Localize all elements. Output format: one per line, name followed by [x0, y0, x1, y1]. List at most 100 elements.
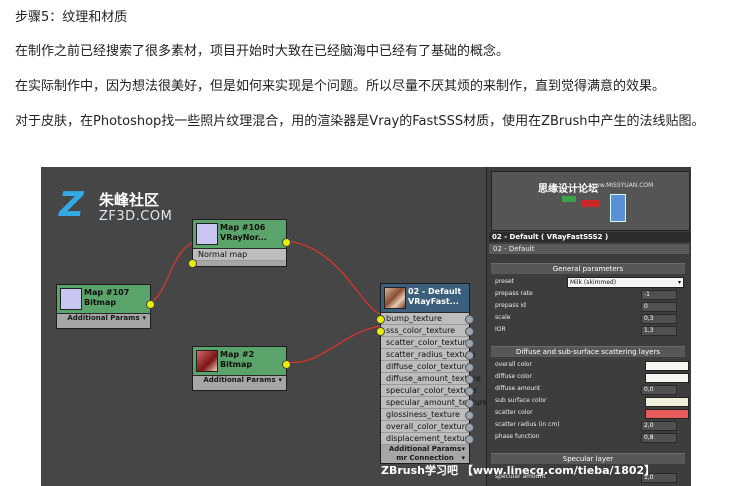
scatter-radius-spinner[interactable]: 2,0 [641, 421, 677, 431]
slot-socket[interactable] [465, 375, 474, 384]
node-name: Map #2 [220, 350, 255, 359]
param-label: IOR [495, 326, 506, 333]
node-footer [193, 261, 286, 266]
overall-color-param: overall color [495, 360, 689, 371]
phase-function-spinner[interactable]: 0,8 [641, 433, 677, 443]
output-socket[interactable] [282, 238, 291, 247]
navigator-viewport-frame[interactable] [610, 194, 626, 222]
node-title: Map #106 VRayNor... [220, 223, 267, 243]
node-name: Map #106 [220, 223, 266, 232]
sub-surface-color-swatch[interactable] [645, 397, 689, 407]
node-map-2[interactable]: Map #2 Bitmap Additional Params ▾ [192, 346, 291, 391]
material-slot[interactable]: specular_amount_texture [381, 397, 488, 409]
scale-spinner[interactable]: 0,3 [641, 314, 677, 324]
diffuse-sss-rollout[interactable]: Diffuse and sub-surface scattering layer… [491, 346, 685, 357]
scatter-color-param: scatter color [495, 408, 689, 419]
slot-socket[interactable] [465, 399, 474, 408]
material-editor-screenshot: Z 朱峰社区 ZF3D.COM Map #106 VRayNor... Norm… [41, 167, 691, 486]
material-slot[interactable]: diffuse_color_texture [381, 361, 474, 373]
param-label: overall color [495, 361, 533, 368]
paragraph-2: 在实际制作中，因为想法很美好，但是如何来实现是个问题。所以尽量不厌其烦的来制作，… [15, 79, 666, 94]
diffuse-amount-param: diffuse amount 0,0 [495, 384, 680, 395]
general-parameters-rollout[interactable]: General parameters [491, 263, 685, 274]
slot-label: specular_color_texture [386, 386, 477, 395]
additional-params-rollout[interactable]: Additional Params ▾ [57, 314, 150, 323]
node-header: Map #107 Bitmap [57, 285, 150, 314]
param-label: scale [495, 314, 511, 321]
slot-socket[interactable] [465, 435, 474, 444]
slot-socket[interactable] [465, 387, 474, 396]
material-slot[interactable]: scatter_radius_texture [381, 349, 476, 361]
material-preview-thumbnail [384, 287, 406, 309]
additional-params-rollout[interactable]: Additional Params ▾ [193, 376, 286, 385]
node-map-106[interactable]: Map #106 VRayNor... Normal map [188, 219, 291, 268]
material-slot-list: bump_texture sss_color_texture scatter_col… [376, 313, 488, 445]
slot-label: scatter_color_texture [386, 338, 471, 347]
node-map-107[interactable]: Map #107 Bitmap Additional Params ▾ [56, 284, 155, 329]
slot-socket[interactable] [465, 411, 474, 420]
diffuse-amount-spinner[interactable]: 0,0 [641, 385, 677, 395]
preset-dropdown[interactable]: Milk (skimmed) ▾ [567, 277, 684, 288]
slot-label: displacement_texture [386, 434, 473, 443]
input-socket[interactable] [188, 259, 197, 268]
slot-socket[interactable] [465, 351, 474, 360]
slot-socket[interactable] [465, 363, 474, 372]
scatter-color-swatch[interactable] [645, 409, 689, 419]
node-type: VRayFast... [408, 297, 459, 306]
zbrush-watermark: ZBrush学习吧 【www.linecg.com/tieba/1802】 [381, 464, 656, 477]
prepass-rate-param: prepass rate -1 [495, 289, 680, 300]
rollout-label: mr Connection [396, 454, 454, 462]
additional-params-rollout[interactable]: Additional Params ▾ [381, 445, 469, 454]
node-name: Map #107 [84, 288, 130, 297]
navigator-preview[interactable]: 思缘设计论坛 www.MISSYUAN.COM [491, 171, 690, 231]
navigator-watermark-text: 思缘设计论坛 [538, 184, 598, 195]
material-slot[interactable]: scatter_color_texture [381, 337, 474, 349]
slot-label: glossiness_texture [386, 410, 460, 419]
map-thumbnail [196, 223, 218, 245]
param-label: diffuse amount [495, 385, 541, 392]
phase-function-param: phase function 0,8 [495, 432, 680, 443]
ior-spinner[interactable]: 1,3 [641, 326, 677, 336]
navigator-node-thumb [582, 200, 600, 207]
material-slot[interactable]: bump_texture [376, 313, 474, 325]
material-slot[interactable]: glossiness_texture [381, 409, 474, 421]
material-slot[interactable]: displacement_texture [381, 433, 474, 445]
output-socket[interactable] [282, 360, 291, 369]
navigator-node-thumb [562, 196, 576, 202]
material-slot[interactable]: overall_color_texture [381, 421, 474, 433]
node-vrayfastsss-material[interactable]: 02 - Default VRayFast... bump_texturesss… [376, 283, 488, 464]
slot-socket[interactable] [465, 423, 474, 432]
input-socket[interactable] [376, 327, 385, 336]
map-thumbnail [60, 288, 82, 310]
overall-color-swatch[interactable] [645, 361, 689, 371]
rollout-label: Additional Params [67, 314, 140, 322]
param-label: prepass id [495, 302, 526, 309]
material-slot[interactable]: sss_color_texture [376, 325, 474, 337]
expand-icon: ▾ [461, 445, 465, 453]
slot-label: Normal map [198, 250, 248, 259]
material-slot[interactable]: diffuse_amount_texture [381, 373, 481, 385]
node-title: Map #2 Bitmap [220, 350, 254, 370]
slot-socket[interactable] [465, 315, 474, 324]
scale-param: scale 0,3 [495, 313, 680, 324]
prepass-rate-spinner[interactable]: -1 [641, 290, 677, 300]
material-name-field[interactable]: 02 - Default [489, 244, 689, 254]
material-slot[interactable]: specular_color_texture [381, 385, 477, 397]
paragraph-1: 在制作之前已经搜索了很多素材，项目开始时大致在已经脑海中已经有了基础的概念。 [15, 44, 510, 59]
slot-normal-map[interactable]: Normal map [193, 249, 286, 261]
parameter-panel: 思缘设计论坛 www.MISSYUAN.COM 02 - Default ( V… [486, 167, 691, 486]
output-socket[interactable] [146, 300, 155, 309]
prepass-id-param: prepass id 0 [495, 301, 680, 312]
param-label: prepass rate [495, 290, 533, 297]
node-header: 02 - Default VRayFast... [381, 284, 469, 313]
param-label: preset [495, 278, 515, 285]
input-socket[interactable] [376, 315, 385, 324]
node-graph-view[interactable]: Z 朱峰社区 ZF3D.COM Map #106 VRayNor... Norm… [41, 167, 488, 486]
prepass-id-spinner[interactable]: 0 [641, 302, 677, 312]
diffuse-color-swatch[interactable] [645, 373, 689, 383]
slot-socket[interactable] [465, 339, 474, 348]
slot-label: bump_texture [386, 314, 442, 323]
node-title: 02 - Default VRayFast... [408, 287, 461, 307]
slot-socket[interactable] [465, 327, 474, 336]
param-label: scatter radius (in cm) [495, 421, 560, 428]
